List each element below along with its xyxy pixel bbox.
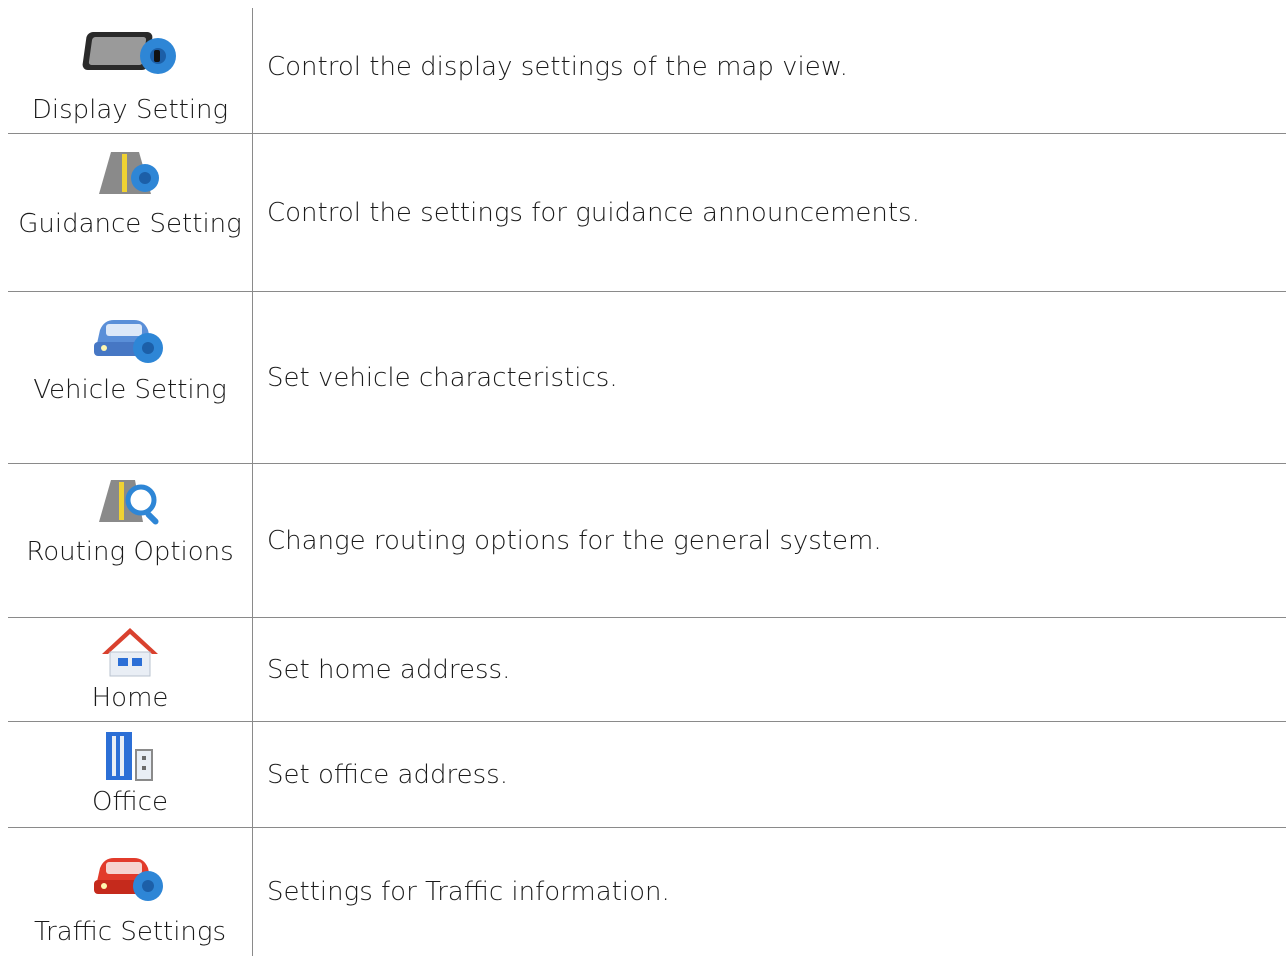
settings-row-guidance[interactable]: Guidance Setting Control the settings fo… — [8, 134, 1286, 292]
display-gear-icon — [82, 32, 176, 74]
option-cell: Display Setting — [8, 0, 252, 134]
option-description: Control the settings for guidance announ… — [267, 198, 920, 228]
settings-row-office[interactable]: Office Set office address. — [8, 722, 1286, 828]
settings-row-vehicle[interactable]: Vehicle Setting Set vehicle characterist… — [8, 292, 1286, 464]
car-gear-icon — [94, 320, 163, 363]
option-description: Change routing options for the general s… — [267, 526, 882, 556]
road-gear-icon — [99, 152, 159, 194]
option-cell: Office — [8, 722, 252, 828]
option-label: Display Setting — [31, 95, 229, 125]
option-label: Vehicle Setting — [33, 375, 227, 405]
settings-row-routing[interactable]: Routing Options Change routing options f… — [8, 464, 1286, 618]
option-cell: Vehicle Setting — [8, 292, 252, 464]
option-description: Control the display settings of the map … — [267, 52, 848, 82]
option-label: Office — [92, 787, 168, 817]
settings-row-display[interactable]: Display Setting Control the display sett… — [8, 0, 1286, 134]
option-label: Home — [91, 683, 169, 713]
home-icon — [102, 628, 158, 677]
settings-row-home[interactable]: Home Set home address. — [8, 618, 1286, 722]
option-label: Traffic Settings — [33, 917, 227, 947]
settings-row-traffic[interactable]: Traffic Settings Settings for Traffic in… — [8, 828, 1286, 956]
traffic-car-gear-icon — [94, 858, 163, 901]
option-cell: Guidance Setting — [8, 134, 252, 292]
option-label: Routing Options — [26, 537, 234, 567]
option-cell: Home — [8, 618, 252, 722]
road-magnifier-icon — [99, 480, 159, 525]
office-building-icon — [106, 732, 153, 781]
option-description: Set office address. — [267, 760, 508, 790]
option-description: Set vehicle characteristics. — [267, 363, 618, 393]
option-description: Set home address. — [267, 655, 511, 685]
option-cell: Routing Options — [8, 464, 252, 618]
option-cell: Traffic Settings — [8, 828, 252, 956]
option-description: Settings for Traffic information. — [267, 877, 670, 907]
option-label: Guidance Setting — [18, 209, 242, 239]
